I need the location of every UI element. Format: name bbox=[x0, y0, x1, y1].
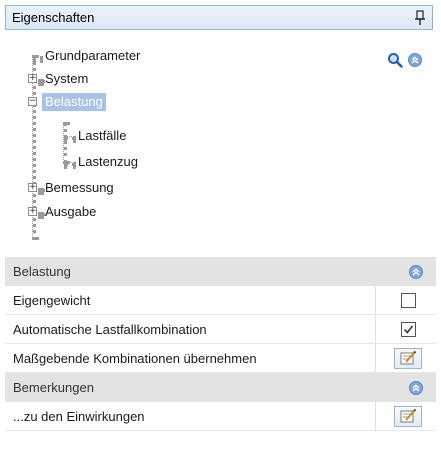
expand-icon[interactable]: + bbox=[28, 183, 37, 192]
tree-item-grundparameter[interactable]: Grundparameter bbox=[45, 48, 140, 64]
eigengewicht-checkbox[interactable] bbox=[401, 293, 416, 308]
properties-panel-header: Eigenschaften bbox=[5, 5, 433, 30]
automatische-lastfallkombination-checkbox[interactable] bbox=[401, 322, 416, 337]
section-label: Bemerkungen bbox=[13, 380, 94, 395]
property-label: ...zu den Einwirkungen bbox=[13, 409, 145, 424]
checkmark-icon bbox=[403, 325, 414, 334]
property-row: Eigengewicht bbox=[5, 286, 436, 315]
tree-item-bemessung[interactable]: Bemessung bbox=[45, 180, 114, 196]
edit-button[interactable] bbox=[394, 348, 422, 369]
tree-item-lastfaelle[interactable]: Lastfälle bbox=[78, 128, 126, 144]
tree-item-system[interactable]: System bbox=[45, 71, 88, 87]
tree-item-belastung[interactable]: Belastung bbox=[42, 93, 106, 111]
section-bemerkungen[interactable]: Bemerkungen bbox=[5, 373, 436, 402]
property-label: Eigengewicht bbox=[13, 293, 91, 308]
property-value-cell bbox=[375, 344, 436, 373]
property-row: Maßgebende Kombinationen übernehmen bbox=[5, 344, 436, 373]
tree-connector bbox=[38, 212, 44, 216]
tree-connector bbox=[38, 79, 44, 83]
collapse-icon[interactable]: − bbox=[28, 97, 37, 106]
property-value-cell bbox=[375, 286, 436, 315]
section-belastung[interactable]: Belastung bbox=[5, 257, 436, 286]
tree-connector bbox=[38, 188, 44, 192]
tree-connector bbox=[64, 162, 76, 166]
property-label: Automatische Lastfallkombination bbox=[13, 322, 207, 337]
expand-icon[interactable]: + bbox=[28, 207, 37, 216]
tree-guide-line bbox=[63, 122, 67, 164]
tree-connector bbox=[64, 136, 76, 140]
tree-item-ausgabe[interactable]: Ausgabe bbox=[45, 204, 96, 220]
collapse-up-icon[interactable] bbox=[408, 53, 422, 67]
tree-item-lastenzug[interactable]: Lastenzug bbox=[78, 154, 138, 170]
property-value-cell bbox=[375, 315, 436, 344]
search-icon[interactable] bbox=[387, 52, 403, 68]
collapse-up-icon[interactable] bbox=[409, 265, 423, 279]
expand-icon[interactable]: + bbox=[28, 74, 37, 83]
collapse-up-icon[interactable] bbox=[409, 381, 423, 395]
property-row: Automatische Lastfallkombination bbox=[5, 315, 436, 344]
edit-icon bbox=[400, 408, 417, 423]
tree-connector bbox=[33, 56, 43, 60]
property-row: ...zu den Einwirkungen bbox=[5, 402, 436, 431]
pin-icon[interactable] bbox=[413, 9, 427, 27]
property-value-cell bbox=[375, 402, 436, 431]
edit-button[interactable] bbox=[394, 406, 422, 427]
section-label: Belastung bbox=[13, 264, 71, 279]
panel-title: Eigenschaften bbox=[12, 10, 95, 25]
navigation-tree: Grundparameter + System − Belastung Last… bbox=[0, 30, 441, 240]
edit-icon bbox=[400, 350, 417, 365]
property-label: Maßgebende Kombinationen übernehmen bbox=[13, 351, 257, 366]
